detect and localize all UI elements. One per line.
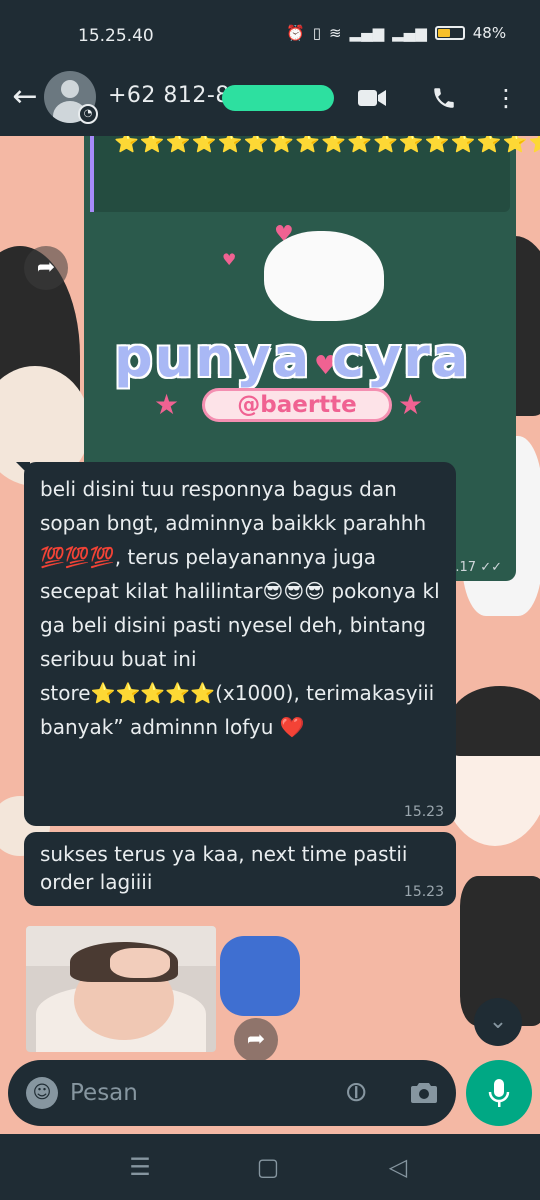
scroll-down-button[interactable]: ⌄ — [474, 998, 522, 1046]
contact-name[interactable]: +62 812-8 — [108, 83, 230, 108]
battery-icon — [434, 26, 465, 40]
more-vert-icon[interactable]: ⋮ — [486, 78, 526, 118]
bubble-tail — [16, 462, 30, 476]
emoji-icon[interactable]: ☺ — [26, 1077, 58, 1109]
photo-message[interactable] — [26, 926, 216, 1052]
signal-icon: ▂▄▆ — [349, 24, 385, 42]
stars-text: ⭐⭐⭐⭐⭐⭐⭐⭐⭐⭐⭐⭐⭐⭐⭐⭐⭐⭐⭐⭐⭐⭐⭐⭐⭐⭐⭐⭐⭐⭐⭐⭐⭐⭐⭐⭐ — [114, 136, 540, 154]
mic-button[interactable] — [466, 1060, 532, 1126]
star-icon: ★ — [154, 388, 180, 421]
message-time: 15.23 — [403, 884, 444, 900]
chat-header: ← ◔ +62 812-8 ⋮ — [0, 70, 540, 136]
redaction-mark — [222, 85, 334, 111]
camera-icon[interactable] — [406, 1076, 442, 1110]
battery-percent: 48% — [472, 24, 507, 42]
attach-icon[interactable]: ⊘ — [331, 1067, 382, 1118]
timer-badge-icon: ◔ — [78, 104, 98, 124]
cat-sticker-icon — [264, 231, 384, 321]
wifi-icon: ≋ — [328, 24, 342, 42]
heart-icon: ♥ — [222, 250, 237, 269]
message-time: 15.23 — [403, 804, 444, 820]
status-icons: ⏰ ▯ ≋ ▂▄▆ ▂▄▆ 48% — [286, 24, 506, 42]
sticker-handle: @baertte — [202, 388, 392, 422]
sticker-title: punya cyra — [114, 326, 471, 389]
back-nav-icon[interactable]: ◁ — [378, 1150, 418, 1184]
status-time: 15.25.40 — [78, 26, 154, 46]
message-bubble[interactable]: beli disini tuu responnya bagus dan sopa… — [16, 462, 456, 826]
status-bar: 15.25.40 ⏰ ▯ ≋ ▂▄▆ ▂▄▆ 48% — [0, 0, 540, 70]
phone-icon[interactable] — [424, 78, 464, 118]
wallpaper-figure — [450, 686, 540, 756]
star-icon: ★ — [398, 388, 424, 421]
vibrate-icon: ▯ — [312, 24, 321, 42]
forward-icon[interactable]: ➦ — [234, 1018, 278, 1062]
system-nav-bar: ☰ ▢ ◁ — [0, 1134, 540, 1200]
alarm-icon: ⏰ — [286, 24, 305, 42]
chat-area[interactable]: ⭐⭐⭐⭐⭐⭐⭐⭐⭐⭐⭐⭐⭐⭐⭐⭐⭐⭐⭐⭐⭐⭐⭐⭐⭐⭐⭐⭐⭐⭐⭐⭐⭐⭐⭐⭐ ♥ ♥… — [0, 136, 540, 1134]
message-bubble[interactable]: sukses terus ya kaa, next time pastii or… — [24, 832, 456, 906]
home-icon[interactable]: ▢ — [248, 1150, 288, 1184]
forward-icon[interactable]: ➦ — [24, 246, 68, 290]
photo-hands — [110, 948, 170, 978]
message-composer: ☺ ⊘ — [8, 1060, 456, 1126]
back-arrow-icon[interactable]: ← — [8, 80, 42, 114]
video-call-icon[interactable] — [352, 78, 392, 118]
recents-icon[interactable]: ☰ — [120, 1150, 160, 1184]
wallpaper-figure — [220, 936, 300, 1016]
message-text: beli disini tuu responnya bagus dan sopa… — [40, 477, 440, 739]
battery-fill — [437, 29, 450, 37]
message-text: sukses terus ya kaa, next time pastii or… — [40, 842, 408, 894]
signal-icon: ▂▄▆ — [392, 24, 427, 42]
message-input[interactable] — [70, 1072, 320, 1114]
quoted-stars: ⭐⭐⭐⭐⭐⭐⭐⭐⭐⭐⭐⭐⭐⭐⭐⭐⭐⭐⭐⭐⭐⭐⭐⭐⭐⭐⭐⭐⭐⭐⭐⭐⭐⭐⭐⭐ — [90, 136, 540, 212]
